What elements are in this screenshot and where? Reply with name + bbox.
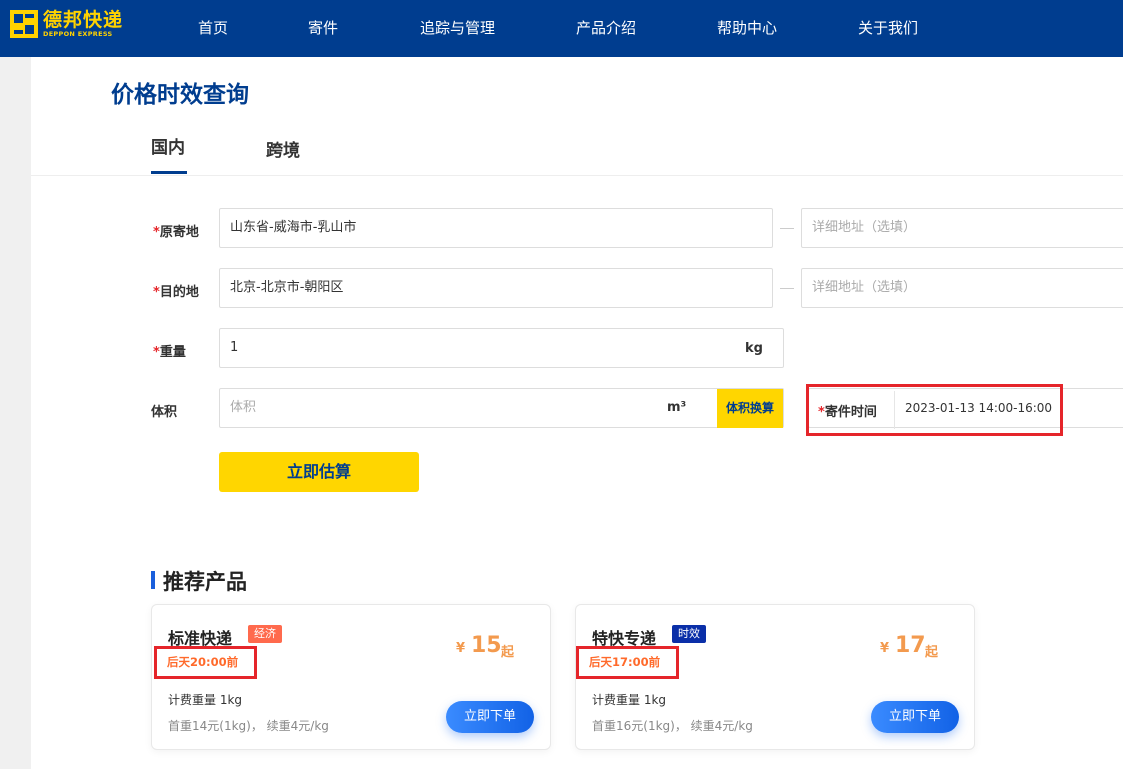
required-mark: *	[153, 225, 160, 240]
tab-cross-border[interactable]: 跨境	[266, 136, 300, 161]
weight-label: *重量	[153, 345, 186, 360]
nav-home[interactable]: 首页	[198, 0, 228, 57]
weight-unit: kg	[745, 341, 763, 356]
price-suffix: 起	[925, 645, 939, 660]
product-badge: 经济	[248, 625, 282, 643]
volume-convert-button[interactable]: 体积换算	[717, 389, 783, 428]
weight-value: 1	[230, 340, 239, 355]
logo-mark-icon	[10, 10, 38, 38]
price-suffix: 起	[501, 645, 515, 660]
price-currency: ¥	[880, 641, 890, 656]
product-card-express: 特快专递 时效 后天17:00前 计费重量 1kg 首重16元(1kg)， 续重…	[575, 604, 975, 750]
volume-label: 体积	[151, 405, 178, 420]
origin-detail-placeholder: 详细地址（选填）	[812, 220, 917, 235]
delivery-deadline: 后天17:00前	[576, 646, 679, 679]
nav-ship[interactable]: 寄件	[308, 0, 338, 57]
destination-select[interactable]: 北京-北京市-朝阳区	[219, 268, 773, 308]
nav-products[interactable]: 产品介绍	[576, 0, 636, 57]
price-value: 15	[471, 633, 502, 658]
order-button[interactable]: 立即下单	[871, 701, 959, 733]
origin-value: 山东省-威海市-乳山市	[230, 220, 357, 235]
destination-label: *目的地	[153, 285, 199, 300]
estimate-button[interactable]: 立即估算	[219, 452, 419, 492]
order-button[interactable]: 立即下单	[446, 701, 534, 733]
chargeable-weight: 计费重量 1kg	[168, 693, 243, 707]
product-card-standard: 标准快递 经济 后天20:00前 计费重量 1kg 首重14元(1kg)， 续重…	[151, 604, 551, 750]
divider-dash	[780, 228, 794, 229]
volume-input[interactable]: 体积	[219, 388, 784, 428]
logo-name-cn: 德邦快递	[43, 9, 124, 31]
nav-track[interactable]: 追踪与管理	[420, 0, 495, 57]
delivery-deadline: 后天20:00前	[154, 646, 257, 679]
logo-name-en: DEPPON EXPRESS	[43, 30, 113, 38]
weight-input[interactable]: 1	[219, 328, 784, 368]
nav-help[interactable]: 帮助中心	[717, 0, 777, 57]
ship-time-label: *寄件时间	[818, 405, 877, 420]
destination-detail-placeholder: 详细地址（选填）	[812, 280, 917, 295]
tab-domestic[interactable]: 国内	[151, 133, 185, 158]
price-value: 17	[895, 633, 926, 658]
recommend-title: 推荐产品	[163, 570, 247, 594]
origin-detail-input[interactable]: 详细地址（选填）	[801, 208, 1123, 248]
ship-time-separator	[894, 391, 895, 429]
active-tab-indicator	[151, 171, 187, 174]
destination-detail-input[interactable]: 详细地址（选填）	[801, 268, 1123, 308]
tabs-divider	[31, 175, 1123, 176]
chargeable-weight: 计费重量 1kg	[592, 693, 667, 707]
nav-about[interactable]: 关于我们	[858, 0, 918, 57]
deppon-logo[interactable]: 德邦快递 DEPPON EXPRESS	[10, 9, 123, 39]
top-nav: 德邦快递 DEPPON EXPRESS 首页 寄件 追踪与管理 产品介绍 帮助中…	[0, 0, 1123, 57]
ship-time-value[interactable]: 2023-01-13 14:00-16:00	[905, 401, 1052, 415]
rate-detail: 首重16元(1kg)， 续重4元/kg	[592, 719, 753, 733]
price-currency: ¥	[456, 641, 466, 656]
rate-detail: 首重14元(1kg)， 续重4元/kg	[168, 719, 329, 733]
destination-value: 北京-北京市-朝阳区	[230, 280, 344, 295]
page-title: 价格时效查询	[111, 82, 249, 108]
origin-label: *原寄地	[153, 225, 199, 240]
divider-dash	[780, 288, 794, 289]
product-badge: 时效	[672, 625, 706, 643]
origin-select[interactable]: 山东省-威海市-乳山市	[219, 208, 773, 248]
volume-unit: m³	[667, 400, 687, 415]
section-accent-bar	[151, 571, 155, 589]
volume-placeholder: 体积	[230, 400, 257, 415]
